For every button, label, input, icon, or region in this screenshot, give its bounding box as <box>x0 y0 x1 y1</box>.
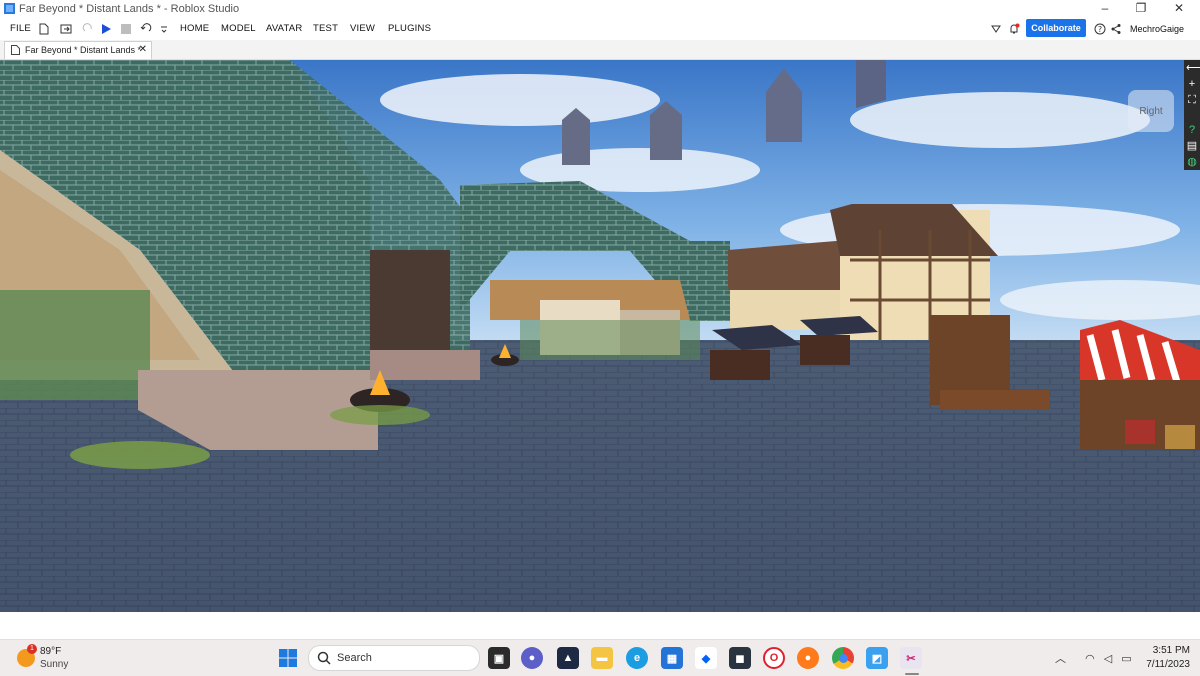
menu-test[interactable]: TEST <box>313 23 338 34</box>
taskbar-search[interactable]: Search <box>308 645 480 671</box>
view-cube[interactable]: Right <box>1128 90 1174 132</box>
weather-condition[interactable]: Sunny <box>40 659 68 670</box>
dropbox-icon[interactable]: ◆ <box>695 647 717 669</box>
viewport-toolbar: ⟵ + ⛶ ? ▤ ◍ <box>1184 60 1200 170</box>
opera-browser-icon[interactable]: O <box>763 647 785 669</box>
firefox-browser-icon[interactable]: ● <box>797 647 819 669</box>
notification-bell-icon[interactable] <box>1006 21 1022 37</box>
help-icon[interactable]: ? <box>1092 21 1108 37</box>
menu-home[interactable]: HOME <box>180 23 209 34</box>
snipping-tool-icon[interactable]: ✂ <box>900 647 922 669</box>
title-bar: Far Beyond * Distant Lands * - Roblox St… <box>0 0 1200 18</box>
file-explorer-icon[interactable]: ▬ <box>591 647 613 669</box>
window-title: Far Beyond * Distant Lands * - Roblox St… <box>19 3 240 15</box>
quick-access-dropdown-icon[interactable] <box>156 21 172 37</box>
book-icon[interactable]: ▤ <box>1186 140 1198 152</box>
zoom-in-icon[interactable]: + <box>1186 78 1198 90</box>
arrow-left-icon[interactable]: ⟵ <box>1186 62 1200 74</box>
task-view-icon[interactable]: ▣ <box>488 647 510 669</box>
windows-start-icon[interactable] <box>278 648 298 668</box>
share-icon[interactable] <box>1108 21 1124 37</box>
redo-icon[interactable] <box>80 21 96 37</box>
weather-temperature[interactable]: 89°F <box>40 646 61 657</box>
minimize-button[interactable]: – <box>1090 1 1120 17</box>
menu-avatar[interactable]: AVATAR <box>266 23 302 34</box>
clock-time[interactable]: 3:51 PM <box>1110 645 1190 656</box>
maximize-button[interactable]: ❐ <box>1126 1 1156 17</box>
globe-icon[interactable]: ◍ <box>1186 156 1198 168</box>
windows-taskbar: 1 89°F Sunny Search ▣ ● ▲ ▬ e ▦ ◆ ◼ O ● … <box>0 639 1200 676</box>
clock-date[interactable]: 7/11/2023 <box>1110 659 1190 670</box>
chevron-up-icon[interactable]: ︿ <box>1055 653 1066 665</box>
tab-far-beyond[interactable]: Far Beyond * Distant Lands * ✕ <box>4 41 152 59</box>
chat-icon[interactable]: ● <box>521 647 543 669</box>
scene-render <box>0 60 1200 612</box>
3d-viewport[interactable]: ⟵ + ⛶ ? ▤ ◍ Right <box>0 60 1200 612</box>
stop-icon[interactable] <box>118 21 134 37</box>
roblox-studio-taskbar-icon[interactable]: ◩ <box>866 647 888 669</box>
username-label[interactable]: MechroGaige <box>1130 24 1184 34</box>
weather-notification-badge: 1 <box>27 644 37 654</box>
search-label: Search <box>337 652 372 664</box>
tab-close-button[interactable]: ✕ <box>139 44 147 55</box>
game-app-icon[interactable]: ◼ <box>729 647 751 669</box>
view-cube-face-label: Right <box>1139 105 1163 117</box>
menu-file[interactable]: FILE <box>10 23 31 34</box>
microsoft-store-icon[interactable]: ▦ <box>661 647 683 669</box>
menu-model[interactable]: MODEL <box>221 23 256 34</box>
menu-bar: FILE HOME MODEL AVATAR TEST VIEW PLUGINS… <box>0 18 1200 40</box>
menu-plugins[interactable]: PLUGINS <box>388 23 431 34</box>
edge-browser-icon[interactable]: e <box>626 647 648 669</box>
play-icon[interactable] <box>98 21 114 37</box>
collaborate-button[interactable]: Collaborate <box>1026 19 1086 37</box>
shield-dropdown-icon[interactable] <box>988 21 1004 37</box>
fullscreen-icon[interactable]: ⛶ <box>1186 94 1198 106</box>
search-icon <box>317 651 331 665</box>
new-file-icon[interactable] <box>36 21 52 37</box>
undo-icon[interactable] <box>138 21 154 37</box>
viewport-bottom-spacer <box>0 612 1200 639</box>
terminal-icon[interactable]: ▲ <box>557 647 579 669</box>
open-file-icon[interactable] <box>58 21 74 37</box>
close-window-button[interactable]: ✕ <box>1164 1 1194 17</box>
document-tab-bar: Far Beyond * Distant Lands * ✕ <box>0 40 1200 60</box>
svg-text:?: ? <box>1098 25 1102 34</box>
place-file-icon <box>11 45 20 55</box>
menu-view[interactable]: VIEW <box>350 23 375 34</box>
chrome-browser-icon[interactable] <box>832 647 854 669</box>
wifi-icon[interactable]: ◠ <box>1085 653 1095 665</box>
tab-label: Far Beyond * Distant Lands * <box>25 45 142 55</box>
roblox-studio-logo-icon <box>4 3 15 14</box>
help-circle-icon[interactable]: ? <box>1186 124 1198 136</box>
